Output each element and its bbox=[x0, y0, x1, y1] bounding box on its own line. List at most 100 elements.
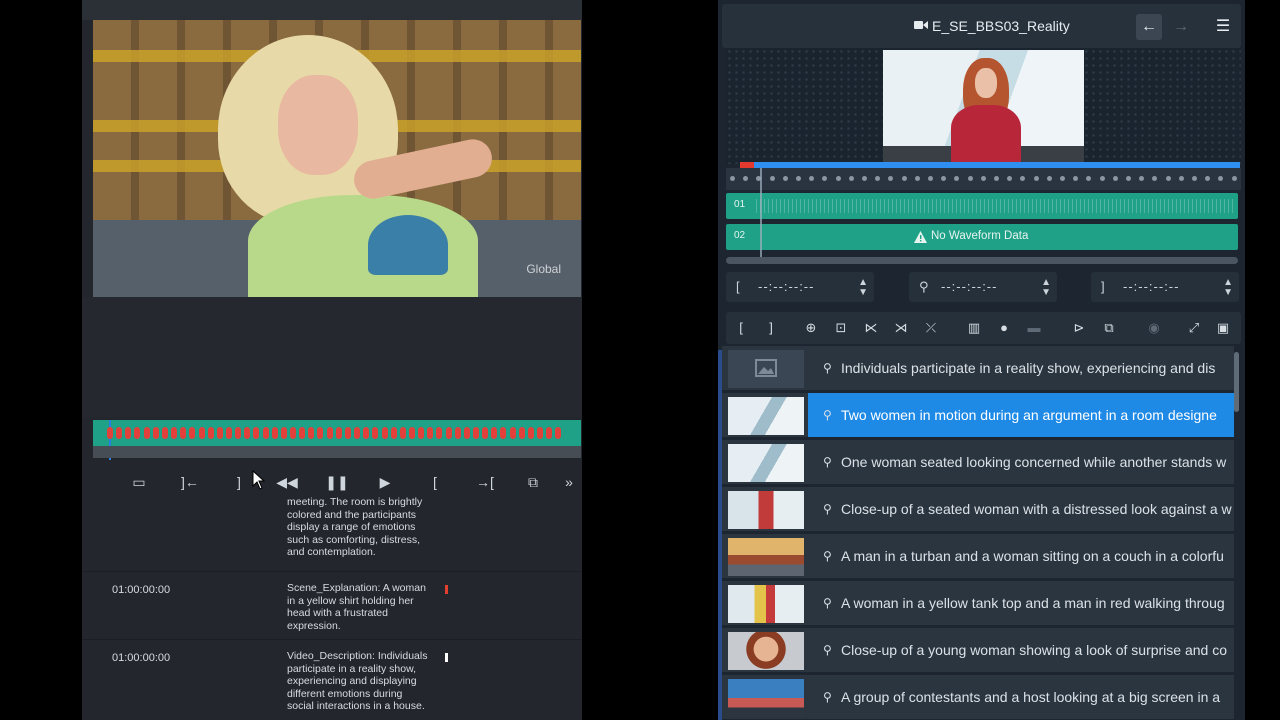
shot-list-item[interactable]: ⚲ One woman seated looking concerned whil… bbox=[722, 440, 1234, 484]
timeline-marker[interactable] bbox=[390, 427, 397, 439]
set-in-button[interactable]: [ bbox=[420, 468, 450, 496]
go-to-in-button[interactable]: ]← bbox=[175, 468, 205, 496]
timeline-marker[interactable] bbox=[518, 427, 525, 439]
spinner-icon[interactable]: ▲ ▼ bbox=[1041, 278, 1051, 298]
timeline-marker[interactable] bbox=[198, 427, 205, 439]
timeline-ruler[interactable] bbox=[726, 168, 1241, 190]
timeline-marker[interactable] bbox=[546, 427, 553, 439]
shot-thumbnail[interactable] bbox=[728, 679, 804, 717]
timeline-marker[interactable] bbox=[152, 427, 159, 439]
timeline-marker[interactable] bbox=[317, 427, 324, 439]
player-timeline[interactable] bbox=[93, 420, 581, 460]
timeline-marker[interactable] bbox=[408, 427, 415, 439]
timeline-marker[interactable] bbox=[216, 427, 223, 439]
annotation-row[interactable]: 01:00:00:00 Scene_Explanation: A woman i… bbox=[82, 572, 582, 640]
comment-icon[interactable]: ▬ bbox=[1021, 316, 1047, 340]
safe-area-button[interactable]: ▭ bbox=[124, 468, 154, 496]
timeline-marker[interactable] bbox=[107, 427, 113, 439]
timeline-marker[interactable] bbox=[335, 427, 342, 439]
timeline-marker[interactable] bbox=[262, 427, 269, 439]
timeline-marker[interactable] bbox=[427, 427, 434, 439]
timeline-marker[interactable] bbox=[491, 427, 498, 439]
timeline-marker[interactable] bbox=[161, 427, 168, 439]
layout-icon[interactable]: ▣ bbox=[1210, 316, 1236, 340]
shot-list-item[interactable]: ⚲ Two women in motion during an argument … bbox=[722, 393, 1234, 437]
timeline-marker[interactable] bbox=[253, 427, 260, 439]
audio-track-1[interactable]: 01 bbox=[726, 193, 1238, 219]
timeline-marker[interactable] bbox=[207, 427, 214, 439]
shot-list-item[interactable]: ⚲ A woman in a yellow tank top and a man … bbox=[722, 581, 1234, 625]
mark-in-icon[interactable]: [ bbox=[728, 316, 754, 340]
expand-icon[interactable]: ⤢ bbox=[1181, 316, 1207, 340]
trim-left-icon[interactable]: ⋉ bbox=[858, 316, 884, 340]
timeline-marker[interactable] bbox=[244, 427, 251, 439]
pin-icon[interactable]: ⚲ bbox=[823, 549, 832, 563]
shot-thumbnail[interactable] bbox=[728, 632, 804, 670]
timeline-marker[interactable] bbox=[482, 427, 489, 439]
spinner-icon[interactable]: ▲ ▼ bbox=[1223, 278, 1233, 298]
menu-button[interactable]: ☰ bbox=[1210, 14, 1236, 40]
timeline-marker[interactable] bbox=[171, 427, 178, 439]
timeline-marker[interactable] bbox=[326, 427, 333, 439]
timeline-marker[interactable] bbox=[473, 427, 479, 439]
spinner-icon[interactable]: ▲ ▼ bbox=[858, 278, 868, 298]
timeline-marker[interactable] bbox=[344, 427, 351, 439]
pin-icon[interactable]: ⚲ bbox=[823, 643, 832, 657]
timeline-marker[interactable] bbox=[555, 427, 562, 439]
shot-thumbnail[interactable] bbox=[728, 538, 804, 576]
shot-thumbnail[interactable] bbox=[728, 491, 804, 529]
forward-button[interactable]: → bbox=[1168, 14, 1194, 40]
timeline-marker[interactable] bbox=[372, 427, 379, 439]
pin-icon[interactable]: ⚲ bbox=[823, 361, 832, 375]
step-back-button[interactable]: ◀◀ bbox=[272, 468, 302, 496]
out-timecode-field[interactable]: ] --:--:--:-- ▲ ▼ bbox=[1091, 272, 1239, 302]
pin-icon[interactable]: ⚲ bbox=[823, 502, 832, 516]
shot-list-item[interactable]: ⚲ Close-up of a young woman showing a loo… bbox=[722, 628, 1234, 672]
list-scrollbar[interactable] bbox=[1234, 352, 1239, 412]
video-viewer[interactable]: Global bbox=[93, 20, 581, 297]
timeline-marker[interactable] bbox=[463, 427, 470, 439]
back-button[interactable]: ← bbox=[1136, 14, 1162, 40]
audio-levels-icon[interactable]: ▥ bbox=[961, 316, 987, 340]
send-to-player-icon[interactable]: ⧉ bbox=[1096, 316, 1122, 340]
timeline-marker[interactable] bbox=[418, 427, 425, 439]
timeline-marker[interactable] bbox=[436, 427, 443, 439]
play-range-icon[interactable]: ⊳ bbox=[1066, 316, 1092, 340]
step-forward-button[interactable]: ▶ bbox=[370, 468, 400, 496]
timeline-marker[interactable] bbox=[299, 427, 306, 439]
timeline-scrollbar[interactable] bbox=[93, 446, 581, 458]
timeline-marker[interactable] bbox=[235, 427, 242, 439]
timeline-marker[interactable] bbox=[271, 427, 278, 439]
in-timecode-field[interactable]: [ --:--:--:-- ▲ ▼ bbox=[726, 272, 874, 302]
pin-icon[interactable]: ⚲ bbox=[823, 408, 832, 422]
cut-icon[interactable]: ⤫ bbox=[918, 316, 944, 340]
fit-range-icon[interactable]: ⊡ bbox=[828, 316, 854, 340]
go-to-out-button[interactable]: →[ bbox=[470, 468, 500, 496]
timeline-marker[interactable] bbox=[225, 427, 232, 439]
clip-preview[interactable] bbox=[883, 50, 1084, 162]
timeline-marker[interactable] bbox=[537, 427, 544, 439]
shot-list-item[interactable]: ⚲ Individuals participate in a reality sh… bbox=[722, 346, 1234, 390]
marker-timecode-field[interactable]: ⚲ --:--:--:-- ▲ ▼ bbox=[909, 272, 1057, 302]
pin-icon[interactable]: ⚲ bbox=[823, 596, 832, 610]
timeline-marker[interactable] bbox=[116, 427, 123, 439]
add-marker-icon[interactable]: ⊕ bbox=[798, 316, 824, 340]
timeline-marker[interactable] bbox=[445, 427, 452, 439]
shot-list-item[interactable]: ⚲ A group of contestants and a host looki… bbox=[722, 675, 1234, 719]
timeline-marker[interactable] bbox=[290, 427, 296, 439]
pause-button[interactable]: ❚❚ bbox=[322, 468, 352, 496]
shot-list-item[interactable]: ⚲ A man in a turban and a woman sitting o… bbox=[722, 534, 1234, 578]
shot-list-item[interactable]: ⚲ Close-up of a seated woman with a distr… bbox=[722, 487, 1234, 531]
timeline-marker[interactable] bbox=[354, 427, 361, 439]
timeline-marker[interactable] bbox=[280, 427, 287, 439]
pin-icon[interactable]: ⚲ bbox=[823, 690, 832, 704]
timeline-marker[interactable] bbox=[125, 427, 132, 439]
audio-track-2[interactable]: 02 No Waveform Data bbox=[726, 224, 1238, 250]
voice-icon[interactable]: ● bbox=[991, 316, 1017, 340]
timeline-marker[interactable] bbox=[308, 427, 315, 439]
fullscreen-button[interactable]: ⧉ bbox=[518, 468, 548, 496]
timeline-scrollbar[interactable] bbox=[726, 257, 1238, 264]
mark-out-icon[interactable]: ] bbox=[758, 316, 784, 340]
timeline-marker[interactable] bbox=[363, 427, 370, 439]
image-placeholder-icon[interactable] bbox=[728, 350, 804, 388]
